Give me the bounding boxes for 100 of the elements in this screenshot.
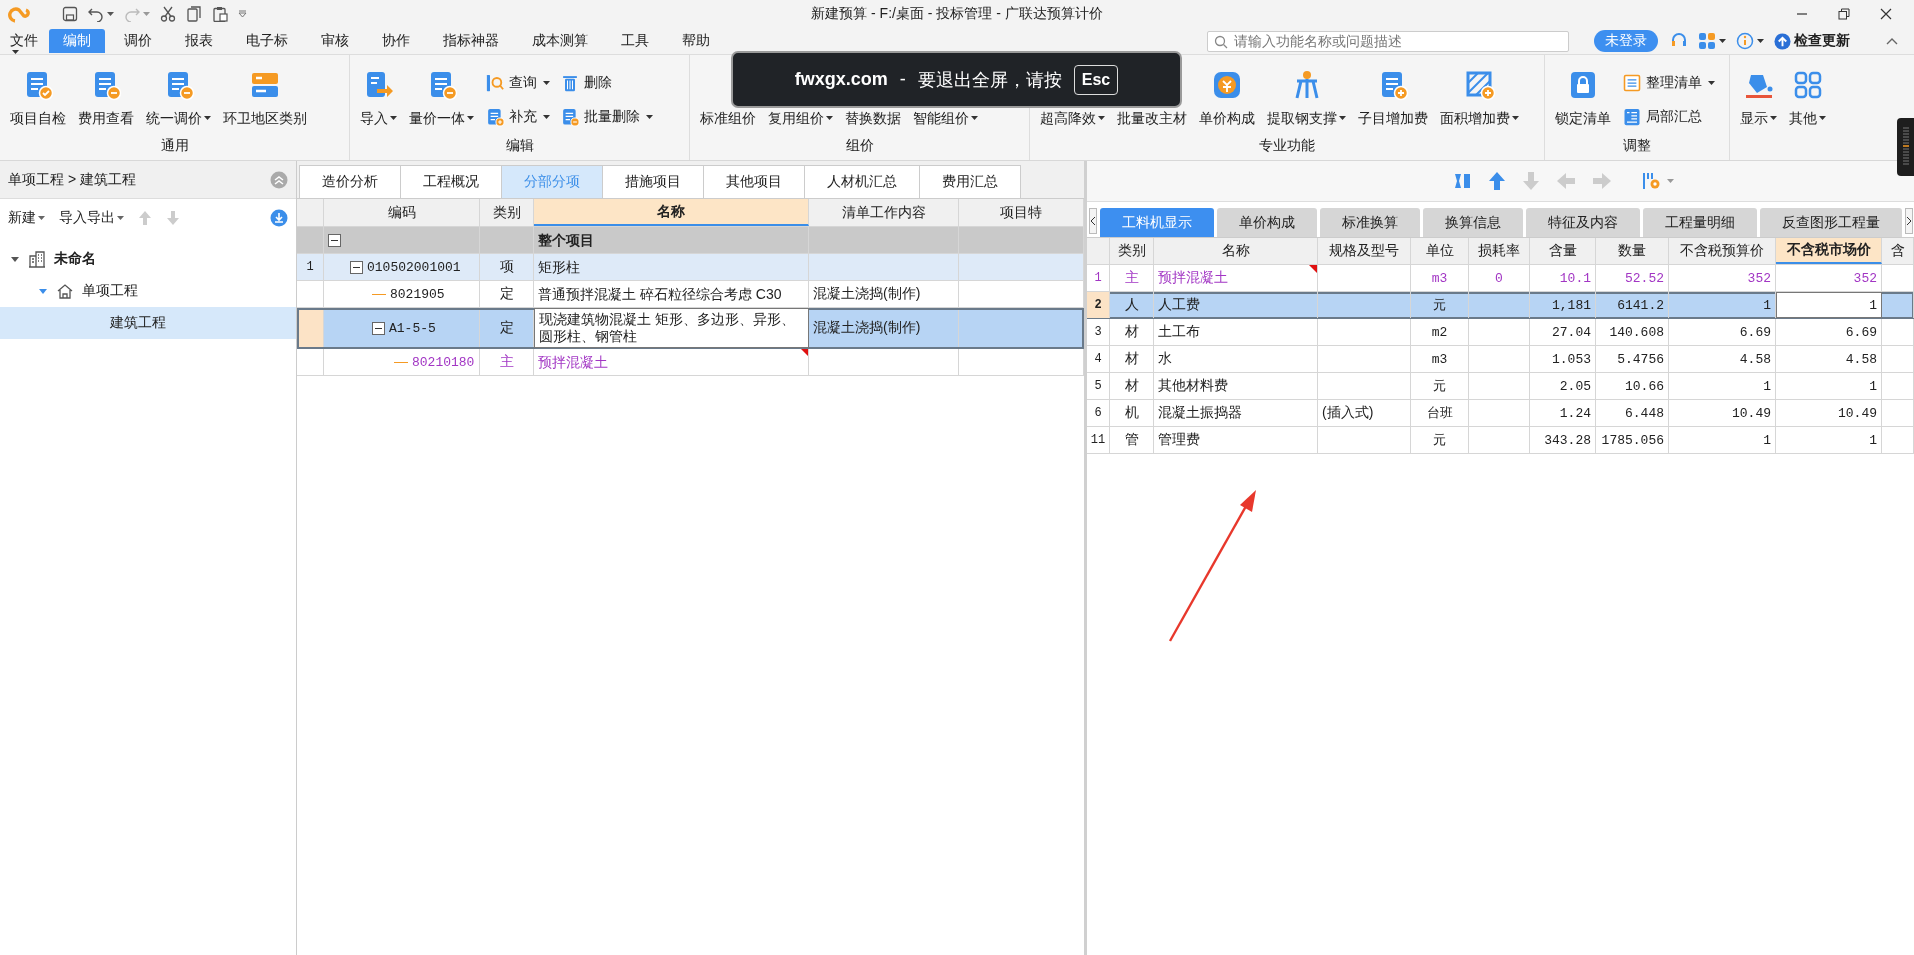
ribbon-button[interactable]: 面积增加费 (1436, 69, 1523, 126)
row-header[interactable]: 5 (1087, 373, 1110, 399)
column-header[interactable]: 不含税市场价 (1776, 238, 1882, 264)
menu-item[interactable]: 帮助 (668, 29, 724, 53)
ribbon-button[interactable]: 批量改主材 (1113, 110, 1191, 126)
column-header[interactable]: 含 (1882, 238, 1914, 264)
tab[interactable]: 工程量明细 (1643, 208, 1757, 237)
menu-item[interactable]: 报表 (171, 29, 227, 53)
ribbon-button[interactable]: 提取钢支撑 (1263, 69, 1350, 126)
customize-icon[interactable] (238, 10, 247, 18)
column-header[interactable]: 单位 (1411, 238, 1469, 264)
row-header[interactable]: 4 (1087, 346, 1110, 372)
column-header[interactable]: 名称 (1154, 238, 1318, 264)
ribbon-button[interactable]: 超高降效 (1036, 110, 1109, 126)
ribbon-button[interactable]: 显示 (1736, 69, 1781, 126)
ribbon-button[interactable]: 删除 (557, 71, 656, 95)
column-settings-icon[interactable] (1642, 171, 1662, 191)
column-header[interactable]: 项目特 (959, 199, 1084, 226)
ribbon-button[interactable]: 智能组价 (909, 110, 982, 126)
ribbon-button[interactable]: 局部汇总 (1619, 105, 1718, 129)
row-header[interactable]: 2 (1087, 292, 1110, 318)
toolbar-button[interactable]: 导入导出 (59, 209, 124, 227)
tree-item[interactable]: 单项工程 (0, 275, 296, 307)
tab[interactable]: 特征及内容 (1526, 208, 1640, 237)
ribbon-button[interactable]: 统一调价 (142, 69, 215, 126)
menu-item[interactable]: 成本测算 (518, 29, 602, 53)
collapse-up-icon[interactable] (270, 170, 288, 189)
column-header[interactable]: 清单工作内容 (809, 199, 959, 226)
ribbon-button[interactable]: 量价一体 (405, 69, 478, 126)
arrow-up-icon[interactable] (1488, 171, 1506, 191)
ribbon-button[interactable]: 环卫地区类别 (219, 69, 311, 126)
column-header[interactable]: 数量 (1596, 238, 1669, 264)
column-header[interactable]: 损耗率 (1469, 238, 1530, 264)
tab[interactable]: 标准换算 (1320, 208, 1420, 237)
column-header[interactable]: 规格及型号 (1318, 238, 1411, 264)
save-icon[interactable] (62, 6, 78, 22)
menu-item[interactable]: 审核 (307, 29, 363, 53)
menu-item[interactable]: 指标神器 (429, 29, 513, 53)
tab[interactable]: 工程概况 (400, 165, 502, 198)
menu-item[interactable]: 调价 (110, 29, 166, 53)
ribbon-button[interactable]: 锁定清单 (1551, 69, 1615, 126)
restore-icon[interactable] (1838, 8, 1850, 20)
row-header[interactable]: 6 (1087, 400, 1110, 426)
ribbon-button[interactable]: 费用查看 (74, 69, 138, 126)
cut-icon[interactable] (160, 6, 176, 22)
ribbon-button[interactable]: 项目自检 (6, 69, 70, 126)
undo-icon[interactable] (88, 6, 104, 22)
collapse-icon[interactable] (350, 260, 363, 274)
ribbon-button[interactable]: 批量删除 (557, 105, 656, 129)
ribbon-button[interactable]: 其他 (1785, 69, 1830, 126)
row-header[interactable]: 1 (297, 254, 324, 280)
column-header[interactable]: 名称 (534, 199, 809, 226)
collapse-ribbon-icon[interactable] (1886, 37, 1898, 45)
collapse-icon[interactable] (372, 321, 385, 335)
download-icon[interactable] (270, 209, 288, 227)
ribbon-button[interactable]: 标准组价 (696, 110, 760, 126)
collapse-arrow-icon[interactable] (10, 254, 20, 264)
menu-item[interactable]: 文件 (4, 29, 44, 53)
ribbon-button[interactable]: 替换数据 (841, 110, 905, 126)
row-header[interactable]: 11 (1087, 427, 1110, 453)
tab[interactable]: 单价构成 (1217, 208, 1317, 237)
update-button[interactable]: 检查更新 (1774, 32, 1850, 50)
tab[interactable]: 换算信息 (1423, 208, 1523, 237)
column-header[interactable]: 编码 (324, 199, 480, 226)
scroll-right-button[interactable] (1905, 208, 1913, 234)
ribbon-button[interactable]: 整理清单 (1619, 71, 1718, 95)
paste-icon[interactable] (212, 6, 228, 22)
collapse-arrow-icon[interactable] (38, 286, 48, 296)
close-icon[interactable] (1880, 8, 1892, 20)
ribbon-button[interactable]: 补充 (482, 105, 553, 129)
search-field[interactable]: 请输入功能名称或问题描述 (1207, 30, 1569, 52)
tab[interactable]: 措施项目 (602, 165, 704, 198)
ribbon-button[interactable]: 子目增加费 (1354, 69, 1432, 126)
menu-item[interactable]: 电子标 (232, 29, 302, 53)
column-width-icon[interactable] (1454, 172, 1472, 190)
row-header[interactable]: 1 (1087, 265, 1110, 291)
row-header[interactable] (297, 308, 324, 348)
ribbon-button[interactable]: 单价构成 (1195, 69, 1259, 126)
row-header[interactable]: 3 (1087, 319, 1110, 345)
tab[interactable]: 人材机汇总 (804, 165, 920, 198)
tree-item[interactable]: 建筑工程 (0, 307, 296, 339)
copy-icon[interactable] (186, 6, 202, 22)
tab[interactable]: 其他项目 (703, 165, 805, 198)
tree-item[interactable]: 未命名 (0, 243, 296, 275)
menu-item[interactable]: 工具 (607, 29, 663, 53)
ribbon-button[interactable]: 查询 (482, 71, 553, 95)
side-handle[interactable] (1897, 118, 1914, 176)
toolbar-button[interactable]: 新建 (8, 209, 45, 227)
menu-item[interactable]: 协作 (368, 29, 424, 53)
ribbon-button[interactable]: 导入 (356, 69, 401, 126)
apps-icon[interactable] (1698, 32, 1716, 50)
ribbon-button[interactable]: 复用组价 (764, 110, 837, 126)
tab[interactable]: 造价分析 (299, 165, 401, 198)
column-header[interactable]: 类别 (1110, 238, 1154, 264)
tab[interactable]: 反查图形工程量 (1760, 208, 1902, 237)
collapse-icon[interactable] (328, 233, 341, 247)
info-icon[interactable] (1736, 32, 1754, 50)
scroll-left-button[interactable] (1089, 208, 1097, 234)
tab[interactable]: 费用汇总 (919, 165, 1021, 198)
column-header[interactable]: 含量 (1530, 238, 1596, 264)
